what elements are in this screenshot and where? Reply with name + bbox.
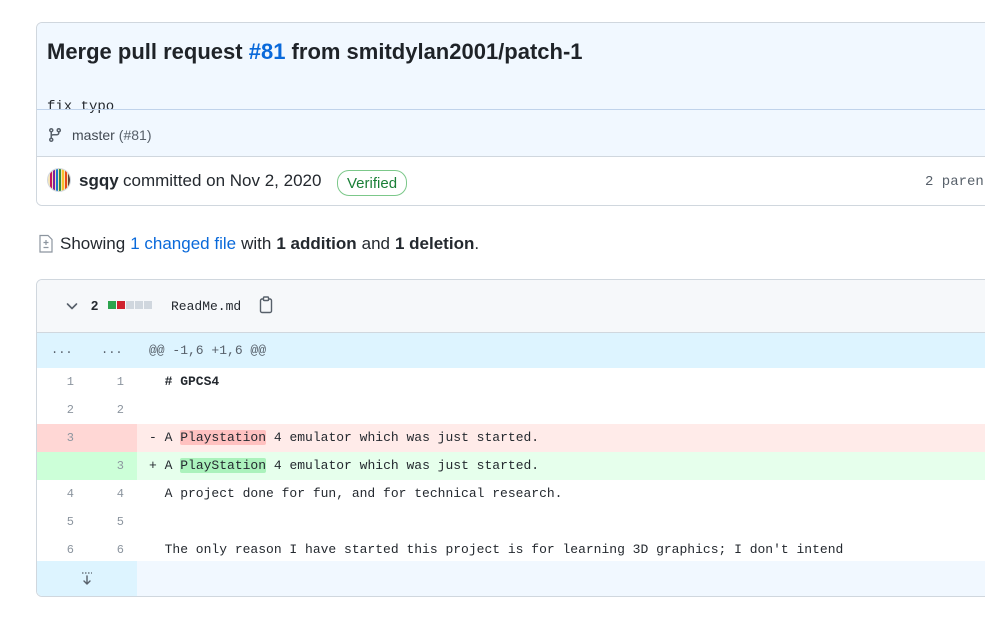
file-diff-icon (39, 234, 53, 253)
diff-line: 2 2 (37, 396, 985, 424)
expand-down-button[interactable] (37, 561, 137, 596)
commit-date: committed on Nov 2, 2020 (123, 171, 322, 190)
diffstat-block-neutral (135, 301, 143, 309)
diff-line: 4 4 A project done for fun, and for tech… (37, 480, 985, 508)
commit-title: Merge pull request #81 from smitdylan200… (47, 39, 583, 65)
new-line-number[interactable]: 3 (87, 452, 124, 480)
hunk-dots-old[interactable]: ... (51, 333, 73, 368)
commit-meta: sgqy committed on Nov 2, 2020 Verified 2… (37, 156, 985, 205)
file-diff: 2 ReadMe.md ... ... @@ -1,6 +1,6 @@ 1 1 … (36, 279, 985, 597)
commit-box: Merge pull request #81 from smitdylan200… (36, 22, 985, 206)
author-name[interactable]: sgqy (79, 171, 119, 191)
hunk-header: @@ -1,6 +1,6 @@ (149, 343, 267, 358)
line-code: A project done for fun, and for technica… (149, 486, 563, 501)
diffstat-block-deleted (117, 301, 125, 309)
branch-link[interactable]: master (72, 127, 115, 143)
commit-header: Merge pull request #81 from smitdylan200… (37, 23, 985, 156)
summary-period: . (474, 234, 480, 253)
line-code: - A Playstation 4 emulator which was jus… (149, 424, 539, 452)
old-line-number[interactable]: 1 (37, 368, 74, 396)
chevron-down-icon[interactable] (64, 298, 80, 314)
expand-row (37, 561, 985, 596)
line-code: # GPCS4 (149, 374, 220, 389)
old-line-number[interactable]: 2 (37, 396, 74, 424)
new-line-number[interactable]: 6 (87, 536, 124, 564)
deletions-count: 1 deletion (394, 234, 475, 253)
hunk-dots-new[interactable]: ... (101, 333, 123, 368)
diffstat-block-neutral (126, 301, 134, 309)
copy-icon[interactable] (258, 296, 274, 314)
old-line-number[interactable]: 6 (37, 536, 74, 564)
commit-description: fix typo (47, 99, 115, 115)
diff-line: 5 5 (37, 508, 985, 536)
diff-line-addition: 3 + A PlayStation 4 emulator which was j… (37, 452, 985, 480)
line-code: The only reason I have started this proj… (149, 542, 844, 557)
avatar[interactable] (47, 168, 71, 192)
summary-and: and (361, 234, 390, 253)
git-branch-icon (48, 128, 61, 143)
commit-divider (37, 109, 985, 110)
parents-label: 2 parents (925, 174, 985, 190)
summary-showing: Showing (60, 234, 126, 253)
word-highlight-added: PlayStation (180, 458, 267, 473)
new-line-number[interactable]: 1 (87, 368, 124, 396)
branch-row: master (#81) (47, 124, 151, 146)
line-code: + A PlayStation 4 emulator which was jus… (149, 452, 539, 480)
new-line-number[interactable]: 4 (87, 480, 124, 508)
old-line-number[interactable] (37, 452, 74, 480)
new-line-number[interactable]: 5 (87, 508, 124, 536)
diffstat-block-added (108, 301, 116, 309)
old-line-number[interactable]: 3 (37, 424, 74, 452)
branch-pr-link[interactable]: (#81) (119, 127, 152, 143)
diff-summary: Showing 1 changed file with 1 addition a… (38, 232, 479, 256)
line-rest: 4 emulator which was just started. (266, 458, 540, 473)
file-name[interactable]: ReadMe.md (171, 299, 241, 314)
expand-down-icon (82, 572, 92, 585)
summary-with: with (241, 234, 272, 253)
commit-title-suffix: from smitdylan2001/patch-1 (285, 39, 583, 64)
old-line-number[interactable]: 4 (37, 480, 74, 508)
diff-line: 1 1 # GPCS4 (37, 368, 985, 396)
diffstat-block-neutral (144, 301, 152, 309)
old-line-number[interactable]: 5 (37, 508, 74, 536)
diffstat (108, 301, 152, 309)
new-line-number[interactable]: 2 (87, 396, 124, 424)
file-change-count: 2 (91, 298, 99, 313)
pr-link[interactable]: #81 (249, 39, 286, 64)
line-rest: 4 emulator which was just started. (266, 430, 540, 445)
line-prefix: + A (149, 458, 181, 473)
word-highlight-deleted: Playstation (180, 430, 267, 445)
additions-count: 1 addition (276, 234, 357, 253)
changed-files-link[interactable]: 1 changed file (130, 234, 236, 254)
line-prefix: - A (149, 430, 181, 445)
new-line-number[interactable] (87, 424, 124, 452)
hunk-header-row: ... ... @@ -1,6 +1,6 @@ (37, 333, 985, 368)
file-header: 2 ReadMe.md (37, 280, 985, 333)
commit-title-prefix: Merge pull request (47, 39, 249, 64)
diff-line-deletion: 3 - A Playstation 4 emulator which was j… (37, 424, 985, 452)
diff-line: 6 6 The only reason I have started this … (37, 536, 985, 564)
verified-badge[interactable]: Verified (337, 170, 408, 196)
